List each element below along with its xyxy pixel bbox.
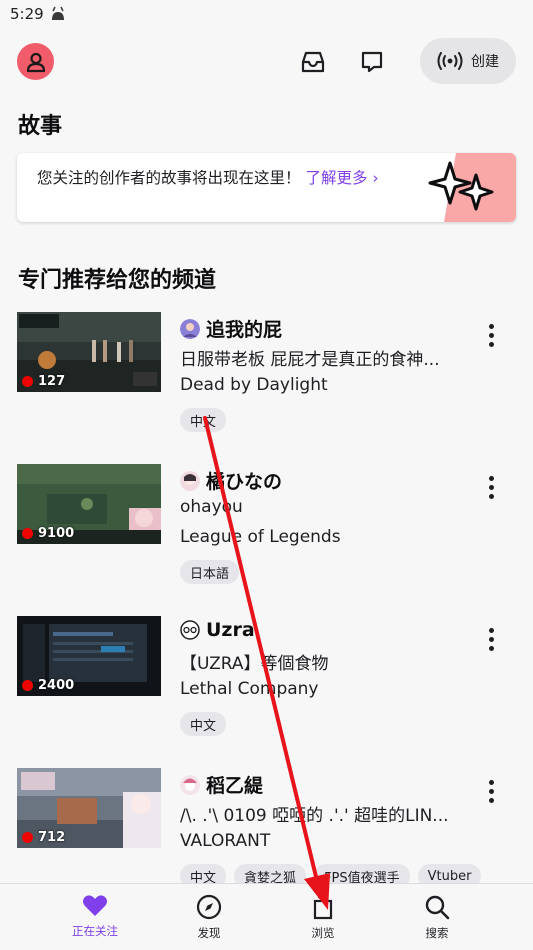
game-name[interactable]: League of Legends	[180, 527, 341, 547]
game-name[interactable]: Lethal Company	[180, 679, 319, 699]
stream-title: 日服带老板 屁屁才是真正的食神...	[180, 350, 440, 370]
nav-following[interactable]: 正在关注	[45, 884, 145, 950]
live-dot	[22, 680, 33, 691]
stories-heading: 故事	[18, 114, 63, 139]
status-bar: 5:29	[0, 0, 533, 30]
heart-icon	[83, 895, 107, 916]
live-dot	[22, 832, 33, 843]
sparkle-icon	[428, 153, 516, 222]
stream-thumbnail[interactable]: 9100	[17, 464, 161, 544]
stories-card: 您关注的创作者的故事将出现在这里！ 了解更多 ›	[17, 153, 516, 222]
channel-avatar[interactable]	[180, 318, 200, 339]
more-options-button[interactable]	[478, 776, 504, 806]
android-icon	[52, 6, 64, 20]
tag-list: 中文	[180, 408, 227, 432]
tag[interactable]: 日本語	[180, 560, 240, 584]
create-label: 创建	[471, 54, 499, 70]
inbox-icon	[301, 51, 325, 73]
viewer-count: 127	[38, 374, 66, 389]
channel-name[interactable]: 稻乙緹	[206, 771, 263, 798]
create-button[interactable]: 创建	[420, 38, 516, 84]
compass-icon	[196, 894, 222, 920]
channel-name[interactable]: 追我的屁	[206, 315, 282, 342]
channel-avatar[interactable]	[180, 620, 200, 640]
channel-card[interactable]: 127 追我的屁 日服带老板 屁屁才是真正的食神... Dead by Dayl…	[0, 312, 533, 452]
top-bar: 创建	[0, 34, 533, 90]
status-time: 5:29	[10, 5, 44, 23]
live-badge: 712	[22, 830, 65, 845]
more-options-button[interactable]	[478, 320, 504, 350]
nav-discover-label: 发现	[197, 926, 221, 940]
profile-avatar-button[interactable]	[17, 43, 54, 80]
nav-browse[interactable]: 浏览	[273, 884, 373, 950]
tag[interactable]: 中文	[180, 408, 227, 432]
channel-avatar[interactable]	[180, 470, 200, 491]
learn-more-link[interactable]: 了解更多	[305, 169, 367, 187]
stories-message: 您关注的创作者的故事将出现在这里！ 了解更多 ›	[37, 167, 427, 189]
more-icon	[488, 627, 494, 633]
channel-card[interactable]: 9100 橘ひなの ohayou League of Legends 日本語	[0, 464, 533, 604]
nav-search[interactable]: 搜索	[387, 884, 487, 950]
more-options-button[interactable]	[478, 472, 504, 502]
channel-name-row: Uzra	[180, 619, 255, 641]
channel-card[interactable]: 2400 Uzra 【UZRA】等個食物 Lethal Company 中文	[0, 616, 533, 756]
nav-search-label: 搜索	[425, 926, 449, 940]
stream-thumbnail[interactable]: 127	[17, 312, 161, 392]
game-name[interactable]: Dead by Daylight	[180, 375, 328, 395]
channel-name[interactable]: Uzra	[206, 619, 255, 641]
chat-icon	[361, 51, 383, 73]
inbox-button[interactable]	[297, 46, 329, 78]
channel-avatar[interactable]	[180, 774, 200, 795]
recommended-heading: 专门推荐给您的频道	[18, 268, 217, 293]
stream-title: 【UZRA】等個食物	[180, 654, 329, 674]
viewer-count: 9100	[38, 526, 75, 541]
browse-icon	[313, 895, 333, 920]
nav-discover[interactable]: 发现	[159, 884, 259, 950]
more-options-button[interactable]	[478, 624, 504, 654]
whispers-button[interactable]	[356, 46, 388, 78]
bottom-nav: 正在关注 发现 浏览 搜索	[0, 883, 533, 950]
live-dot	[22, 528, 33, 539]
stream-thumbnail[interactable]: 2400	[17, 616, 161, 696]
tag-list: 日本語	[180, 560, 240, 584]
stream-title: ohayou	[180, 497, 243, 517]
more-icon	[488, 475, 494, 481]
search-icon	[425, 895, 450, 920]
user-icon	[26, 52, 45, 72]
tag-list: 中文	[180, 712, 227, 736]
stream-title: /\. .'\ 0109 啞啞的 .'.' 超哇的LIN...	[180, 806, 449, 826]
channel-name-row: 追我的屁	[180, 315, 282, 342]
stream-thumbnail[interactable]: 712	[17, 768, 161, 848]
more-icon	[488, 779, 494, 785]
stories-text: 您关注的创作者的故事将出现在这里！	[37, 169, 301, 187]
channel-name-row: 橘ひなの	[180, 467, 282, 494]
channel-name-row: 稻乙緹	[180, 771, 263, 798]
live-badge: 127	[22, 374, 65, 389]
viewer-count: 712	[38, 830, 66, 845]
channel-name[interactable]: 橘ひなの	[206, 467, 282, 494]
live-badge: 9100	[22, 526, 74, 541]
nav-following-label: 正在关注	[72, 924, 118, 938]
chevron-right-icon: ›	[372, 169, 379, 187]
live-badge: 2400	[22, 678, 74, 693]
live-dot	[22, 376, 33, 387]
tag[interactable]: 中文	[180, 712, 227, 736]
game-name[interactable]: VALORANT	[180, 831, 270, 851]
viewer-count: 2400	[38, 678, 75, 693]
more-icon	[488, 323, 494, 329]
broadcast-icon	[437, 52, 463, 70]
nav-browse-label: 浏览	[311, 926, 335, 940]
